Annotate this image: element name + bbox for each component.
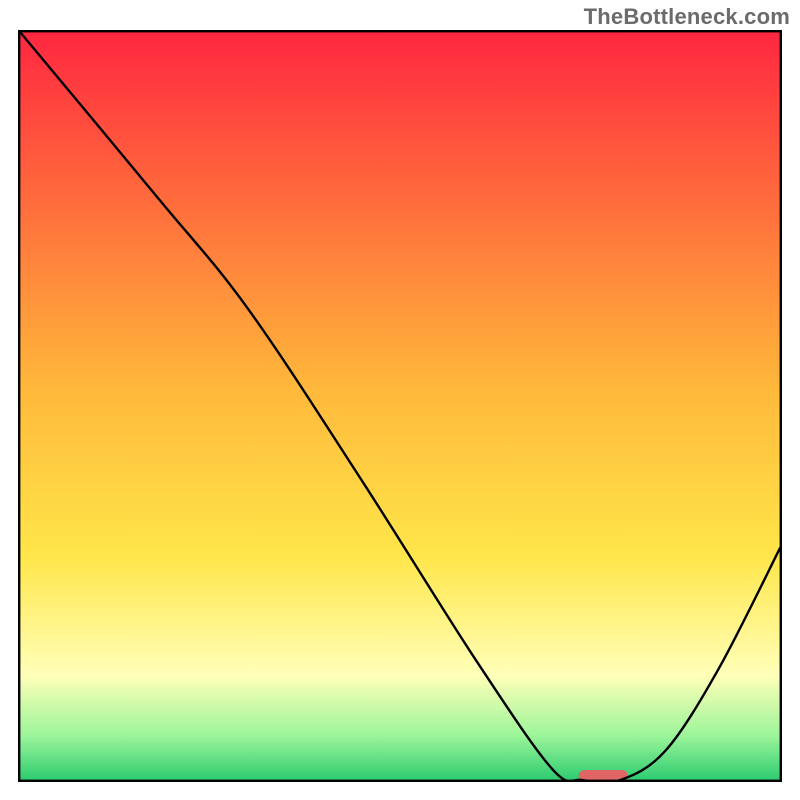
gradient-background [20,32,780,780]
plot-area [18,30,782,782]
plot-svg [18,30,782,782]
chart-stage: TheBottleneck.com [0,0,800,800]
watermark-text: TheBottleneck.com [584,4,790,30]
